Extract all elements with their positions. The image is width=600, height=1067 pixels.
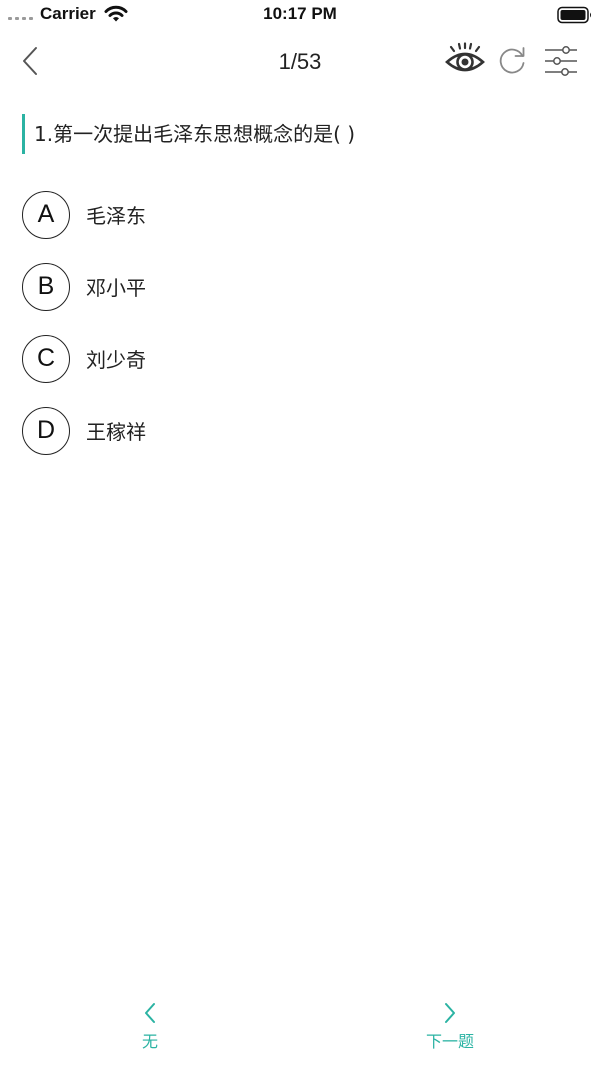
status-time: 10:17 PM — [263, 4, 337, 23]
nav-bar: 1/53 — [0, 36, 600, 88]
battery-icon — [557, 6, 593, 28]
question: 1.第一次提出毛泽东思想概念的是( ) — [22, 114, 594, 154]
option-text: 毛泽东 — [86, 204, 146, 228]
previous-question-button[interactable]: 无 — [90, 1000, 210, 1060]
eye-icon — [445, 42, 485, 72]
option-d[interactable]: D 王稼祥 — [22, 405, 582, 456]
next-question-button[interactable]: 下一题 — [390, 1000, 510, 1060]
option-text: 刘少奇 — [86, 348, 146, 372]
question-text: 1.第一次提出毛泽东思想概念的是( ) — [34, 121, 356, 146]
sliders-icon — [545, 46, 577, 76]
option-letter: D — [22, 406, 70, 455]
options-list: A 毛泽东 B 邓小平 C 刘少奇 D 王稼祥 — [22, 189, 582, 477]
chevron-right-icon — [445, 1003, 455, 1023]
option-text: 邓小平 — [86, 276, 146, 300]
settings-button[interactable] — [542, 44, 580, 78]
option-c[interactable]: C 刘少奇 — [22, 333, 582, 384]
refresh-icon — [499, 47, 525, 74]
status-bar: Carrier 10:17 PM — [0, 0, 600, 30]
bottom-bar: 无 下一题 — [0, 1000, 600, 1067]
show-answer-button[interactable] — [444, 42, 486, 78]
option-text: 王稼祥 — [86, 420, 146, 444]
option-b[interactable]: B 邓小平 — [22, 261, 582, 312]
redo-button[interactable] — [496, 44, 528, 78]
previous-label: 无 — [141, 1032, 158, 1051]
option-a[interactable]: A 毛泽东 — [22, 189, 582, 240]
option-letter: C — [22, 334, 70, 383]
option-letter: A — [22, 190, 70, 239]
next-label: 下一题 — [425, 1032, 474, 1051]
chevron-left-icon — [145, 1003, 155, 1023]
option-letter: B — [22, 262, 70, 311]
